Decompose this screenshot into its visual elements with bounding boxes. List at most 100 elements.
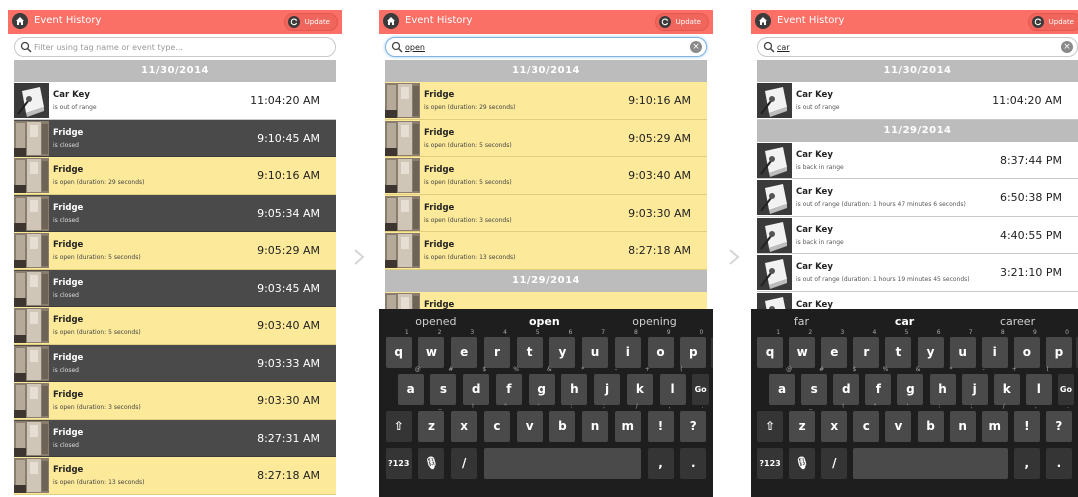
key[interactable]: y6 (917, 329, 944, 368)
key[interactable]: m / (981, 403, 1008, 442)
event-row[interactable]: Fridge is open (duration: 29 seconds) 9:10… (14, 157, 336, 195)
key[interactable]: d $ (833, 366, 860, 405)
symbols-key[interactable]: ?123 (385, 448, 412, 479)
key[interactable]: i8 (981, 329, 1008, 368)
search-input[interactable] (777, 40, 1047, 54)
event-row[interactable]: Fridge is open (duration: 29 seconds) 9:10… (385, 82, 707, 120)
key[interactable]: n; (582, 403, 609, 442)
key[interactable]: e3 (451, 329, 478, 368)
key[interactable]: q1 (757, 329, 784, 368)
key[interactable]: p0 (1045, 329, 1072, 368)
key[interactable]: b: (917, 403, 944, 442)
space-key[interactable] (853, 448, 1008, 479)
event-row[interactable]: Fridge is closed 9:03:45 AM (14, 269, 336, 307)
event-row[interactable]: Car Key is out of range (duration: 1 hour… (757, 179, 1078, 217)
mic-icon[interactable]: 🎙 (418, 448, 445, 479)
event-row[interactable]: Fridge is open (duration: 13 seconds) 8:27… (385, 232, 707, 270)
key[interactable]: b: (549, 403, 576, 442)
key[interactable]: k + (626, 366, 653, 405)
comma-key[interactable]: , (1013, 448, 1040, 479)
event-row[interactable]: Fridge is open (duration: 3 seconds) 9:03:… (385, 194, 707, 232)
key[interactable]: q1 (385, 329, 412, 368)
search-input[interactable] (405, 40, 675, 54)
period-key[interactable]: . (680, 448, 707, 479)
event-row[interactable]: Car Key is out of range (duration: 1 hour… (757, 254, 1078, 292)
suggestion-item[interactable]: career (1000, 315, 1035, 328)
key[interactable]: a @ (397, 366, 424, 405)
key[interactable]: !, (1013, 403, 1040, 442)
key[interactable]: t5 (516, 329, 543, 368)
event-row[interactable]: Car Key is out of range 11:04:20 AM (757, 82, 1078, 120)
go-button[interactable]: Go (1057, 374, 1074, 405)
key[interactable]: t5 (885, 329, 912, 368)
shift-icon[interactable]: ⇧ (757, 411, 784, 442)
event-row[interactable]: Car Key is back in range 4:40:55 PM (757, 216, 1078, 254)
slash-key[interactable]: / (821, 448, 848, 479)
search-input[interactable] (34, 40, 304, 54)
key[interactable]: x! (451, 403, 478, 442)
key[interactable]: k + (993, 366, 1020, 405)
event-row[interactable]: Car Key is back in range 8:37:44 PM (757, 141, 1078, 179)
suggestion-item[interactable]: opened (415, 315, 456, 328)
mic-icon[interactable]: 🎙 (789, 448, 816, 479)
home-icon[interactable] (755, 13, 771, 29)
key[interactable]: o9 (1013, 329, 1040, 368)
key[interactable]: w2 (418, 329, 445, 368)
key[interactable]: p0 (680, 329, 707, 368)
home-icon[interactable] (383, 13, 399, 29)
key[interactable]: l( (1025, 366, 1052, 405)
key[interactable]: r4 (483, 329, 510, 368)
key[interactable]: l( (659, 366, 686, 405)
space-key[interactable] (483, 448, 641, 479)
search-box[interactable] (14, 37, 336, 57)
key[interactable]: a @ (769, 366, 796, 405)
key[interactable]: f% (495, 366, 522, 405)
clear-icon[interactable]: × (690, 41, 702, 53)
key[interactable]: !, (647, 403, 674, 442)
key[interactable]: z _ (418, 403, 445, 442)
key[interactable]: ?. (680, 403, 707, 442)
key[interactable]: e3 (821, 329, 848, 368)
event-row[interactable]: Car Key is out of range 11:04:20 AM (14, 82, 336, 120)
key[interactable]: o9 (647, 329, 674, 368)
key[interactable]: i8 (614, 329, 641, 368)
backspace-icon[interactable]: ⌫ (711, 337, 713, 368)
search-box[interactable]: × (757, 37, 1078, 57)
key[interactable]: w2 (789, 329, 816, 368)
event-row[interactable]: Fridge is open (duration: 5 seconds) 9:05:… (14, 232, 336, 270)
event-row[interactable]: Fridge is open (duration: 5 seconds) 9:03:… (385, 157, 707, 195)
home-icon[interactable] (12, 13, 28, 29)
key[interactable]: j- (961, 366, 988, 405)
key[interactable]: g & (528, 366, 555, 405)
event-row[interactable]: Fridge is closed 9:05:34 AM (14, 194, 336, 232)
key[interactable]: v ' (516, 403, 543, 442)
search-box[interactable]: × (385, 37, 707, 57)
key[interactable]: y6 (549, 329, 576, 368)
key[interactable]: g & (897, 366, 924, 405)
comma-key[interactable]: , (647, 448, 674, 479)
key[interactable]: f% (865, 366, 892, 405)
key[interactable]: u7 (582, 329, 609, 368)
key[interactable]: n; (949, 403, 976, 442)
key[interactable]: d $ (463, 366, 490, 405)
update-button[interactable]: Update (654, 13, 709, 31)
key[interactable]: s # (801, 366, 828, 405)
event-row[interactable]: Fridge is closed 9:03:33 AM (14, 344, 336, 382)
key[interactable]: h * (561, 366, 588, 405)
key[interactable]: v ' (885, 403, 912, 442)
event-row[interactable]: Fridge is open (duration: 5 seconds) 9:03:… (14, 307, 336, 345)
key[interactable]: s # (430, 366, 457, 405)
clear-icon[interactable]: × (1061, 41, 1073, 53)
key[interactable]: j- (594, 366, 621, 405)
symbols-key[interactable]: ?123 (757, 448, 784, 479)
update-button[interactable]: Update (283, 13, 338, 31)
key[interactable]: c " (853, 403, 880, 442)
key[interactable]: ?. (1045, 403, 1072, 442)
event-row[interactable]: Fridge is closed 8:27:31 AM (14, 419, 336, 457)
period-key[interactable]: . (1045, 448, 1072, 479)
event-row[interactable]: Fridge is closed 9:10:45 AM (14, 119, 336, 157)
event-row[interactable]: Fridge is open (duration: 5 seconds) 9:05:… (385, 119, 707, 157)
suggestion-item[interactable]: open (529, 315, 560, 328)
key[interactable]: x! (821, 403, 848, 442)
update-button[interactable]: Update (1027, 13, 1078, 31)
